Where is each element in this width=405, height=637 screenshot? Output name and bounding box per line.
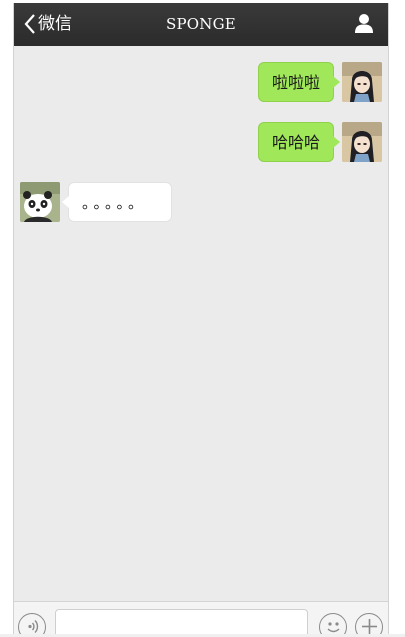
chat-window: 微信 SPONGE 啦啦啦 哈哈哈 。。。。。 [13,3,389,637]
message-sent: 哈哈哈 [257,122,382,162]
girl-avatar[interactable] [342,62,382,102]
top-bar: 微信 SPONGE [14,3,388,46]
message-received: 。。。。。 [20,182,172,222]
received-bubble[interactable]: 。。。。。 [62,182,172,222]
user-icon[interactable] [354,13,374,33]
sent-bubble[interactable]: 哈哈哈 [257,122,341,162]
input-bar [14,601,388,637]
message-input[interactable] [55,609,308,637]
sent-bubble[interactable]: 啦啦啦 [257,62,341,102]
message-sent: 啦啦啦 [257,62,382,102]
panda-avatar[interactable] [20,182,60,222]
chat-title: SPONGE [166,15,236,33]
girl-avatar[interactable] [342,122,382,162]
